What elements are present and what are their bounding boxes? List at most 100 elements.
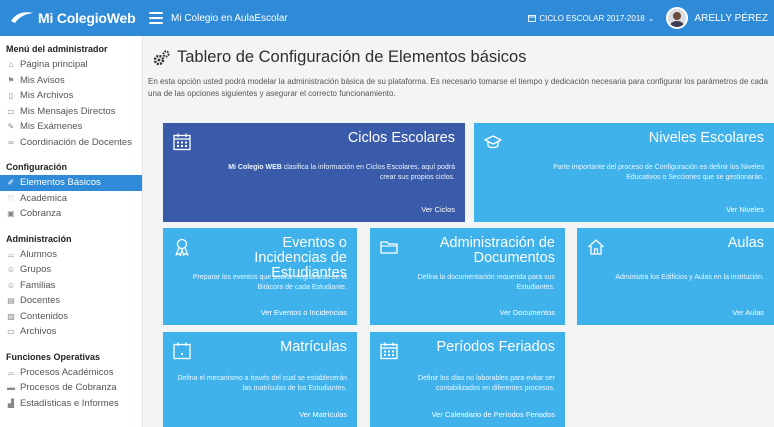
sidebar-item-estadisticas[interactable]: ▟ Estadísticas e Informes [0, 396, 142, 412]
id-icon: ▤ [7, 296, 15, 305]
cap-icon: ⌓ [7, 367, 15, 377]
card-link[interactable]: Ver Documentos [500, 308, 555, 317]
card-link[interactable]: Ver Matrículas [299, 410, 347, 419]
sidebar-item-contenidos[interactable]: ▨ Contenidos [0, 309, 142, 325]
card-description: Parte importante del proceso de Configur… [553, 164, 764, 181]
folder-icon: ▭ [7, 327, 15, 336]
card-ciclos-escolares[interactable]: Ciclos Escolares Mi Colegio WEB clasific… [163, 123, 465, 222]
message-icon: ▭ [7, 106, 15, 116]
card-icon: ▣ [7, 209, 15, 218]
file-icon: ▯ [8, 91, 14, 100]
calendar-icon [380, 342, 398, 360]
card-description-brand: Mi Colegio WEB [228, 164, 282, 171]
calendar-blank-icon [173, 342, 191, 360]
card-icon: ▬ [7, 383, 15, 392]
ribbon-icon [175, 238, 189, 256]
sidebar-item-coordinacion[interactable]: ∞ Coordinación de Docentes [0, 135, 142, 151]
sidebar-section-title: Funciones Operativas [6, 351, 101, 362]
school-cycle-selector[interactable]: CICLO ESCOLAR 2017-2018 ⌄ [528, 14, 654, 23]
sidebar-item-label: Página principal [20, 59, 88, 70]
top-bar: Mi ColegioWeb Mi Colegio en AulaEscolar … [0, 0, 774, 36]
page-title: Tablero de Configuración de Elementos bá… [153, 48, 526, 67]
folder-icon [380, 241, 398, 254]
logo[interactable]: Mi ColegioWeb [0, 0, 143, 36]
sidebar-item-grupos[interactable]: ☺ Grupos [0, 262, 142, 278]
sidebar-item-academica[interactable]: ♡ Académica [0, 191, 142, 207]
sidebar-item-procesos-cobranza[interactable]: ▬ Procesos de Cobranza [0, 380, 142, 396]
sidebar-item-label: Mis Avisos [20, 74, 65, 86]
sidebar-section-title: Configuración [6, 162, 67, 172]
page-title-text: Tablero de Configuración de Elementos bá… [177, 48, 527, 66]
sidebar-item-mis-mensajes[interactable]: ▭ Mis Mensajes Directos [0, 104, 142, 120]
menu-toggle-icon[interactable] [149, 12, 163, 24]
card-niveles-escolares[interactable]: Niveles Escolares Parte importante del p… [474, 123, 774, 222]
sidebar-item-label: Mis Archivos [20, 90, 74, 101]
sidebar-section-title: Menú del administrador [6, 44, 108, 54]
sidebar-item-archivos[interactable]: ▭ Archivos [0, 324, 142, 340]
users-icon: ☺ [6, 265, 16, 274]
sidebar-item-label: Académica [20, 192, 67, 204]
card-matriculas[interactable]: Matrículas Defina el mecanismo a través … [163, 332, 357, 427]
home-icon [588, 239, 604, 255]
card-administracion-documentos[interactable]: Administración de Documentos Defina la d… [370, 228, 565, 325]
sidebar-item-label: Alumnos [20, 248, 57, 260]
graduation-cap-icon [484, 135, 502, 149]
home-icon: ⌂ [8, 60, 14, 69]
sidebar-item-elementos-basicos[interactable]: ✐ Elementos Básicos [0, 175, 142, 191]
sidebar-item-label: Archivos [20, 326, 57, 337]
sidebar-item-alumnos[interactable]: ⌓ Alumnos [0, 247, 142, 263]
flag-icon: ⚑ [7, 75, 15, 85]
card-title: Niveles Escolares [648, 130, 764, 146]
site-title: Mi Colegio en AulaEscolar [171, 12, 288, 24]
card-description: Mi Colegio WEB clasifica la información … [215, 163, 455, 183]
card-aulas[interactable]: Aulas Administra los Edificios y Aulas e… [577, 228, 774, 325]
sidebar-item-mis-archivos[interactable]: ▯ Mis Archivos [0, 88, 142, 104]
card-periodos-feriados[interactable]: Períodos Feriados Definir los días no la… [370, 332, 565, 427]
card-link[interactable]: Ver Niveles [726, 205, 764, 214]
sidebar-item-label: Elementos Básicos [20, 177, 101, 188]
card-title: Matrículas [280, 339, 347, 355]
sidebar-item-cobranza[interactable]: ▣ Cobranza [0, 206, 142, 222]
bulb-icon: ♡ [7, 193, 15, 203]
sidebar-item-label: Mis Exámenes [20, 121, 83, 132]
main-content: Tablero de Configuración de Elementos bá… [143, 36, 774, 427]
card-description: Defina el mecanismo a través del cual se… [177, 375, 347, 392]
calendar-icon [173, 133, 191, 151]
family-icon: ☺ [6, 280, 16, 290]
sidebar-item-familias[interactable]: ☺ Familias [0, 278, 142, 294]
sidebar-item-label: Procesos Académicos [20, 366, 114, 378]
gears-icon [153, 49, 170, 65]
link-icon: ∞ [8, 137, 14, 147]
card-title: Aulas [727, 235, 764, 251]
sidebar-item-label: Procesos de Cobranza [20, 382, 117, 393]
sidebar-item-label: Cobranza [20, 208, 62, 219]
user-name: ARELLY PÉREZ [694, 12, 768, 24]
cap-icon: ⌓ [7, 249, 15, 259]
card-description: Definir los días no laborables para evit… [418, 375, 555, 392]
calendar-icon [528, 15, 537, 22]
sidebar-section-title: Administración [6, 233, 72, 244]
card-link[interactable]: Ver Eventos o Incidencias [261, 308, 347, 317]
card-description-text: clasifica la información en Ciclos Escol… [281, 164, 455, 181]
sidebar-item-procesos-academicos[interactable]: ⌓ Procesos Académicos [0, 365, 142, 381]
avatar [666, 7, 689, 29]
sidebar-item-mis-examenes[interactable]: ✎ Mis Exámenes [0, 119, 142, 135]
card-link[interactable]: Ver Calendario de Períodos Feriados [432, 410, 555, 419]
card-description: Administra los Edificios y Aulas en la i… [615, 274, 764, 281]
card-title: Ciclos Escolares [347, 130, 455, 146]
sidebar-item-pagina-principal[interactable]: ⌂ Página principal [0, 57, 142, 73]
card-title: Períodos Feriados [436, 339, 555, 355]
chart-icon: ▟ [7, 398, 15, 408]
sidebar-item-docentes[interactable]: ▤ Docentes [0, 293, 142, 309]
school-cycle-label: CICLO ESCOLAR 2017-2018 [539, 13, 645, 23]
intro-text: En esta opción usted podrá modelar la ad… [148, 77, 768, 98]
user-menu[interactable]: ARELLY PÉREZ [666, 7, 768, 29]
card-description: Defina la documentación requerida para s… [417, 274, 555, 291]
sidebar-item-label: Mis Mensajes Directos [20, 105, 116, 117]
card-link[interactable]: Ver Ciclos [421, 205, 455, 214]
card-eventos-incidencias[interactable]: Eventos o Incidencias de Estudiantes Pre… [163, 228, 357, 325]
card-link[interactable]: Ver Aulas [732, 308, 764, 317]
sidebar-item-mis-avisos[interactable]: ⚑ Mis Avisos [0, 73, 142, 89]
sidebar-item-label: Familias [20, 279, 56, 291]
logo-text: Mi ColegioWeb [38, 10, 136, 26]
